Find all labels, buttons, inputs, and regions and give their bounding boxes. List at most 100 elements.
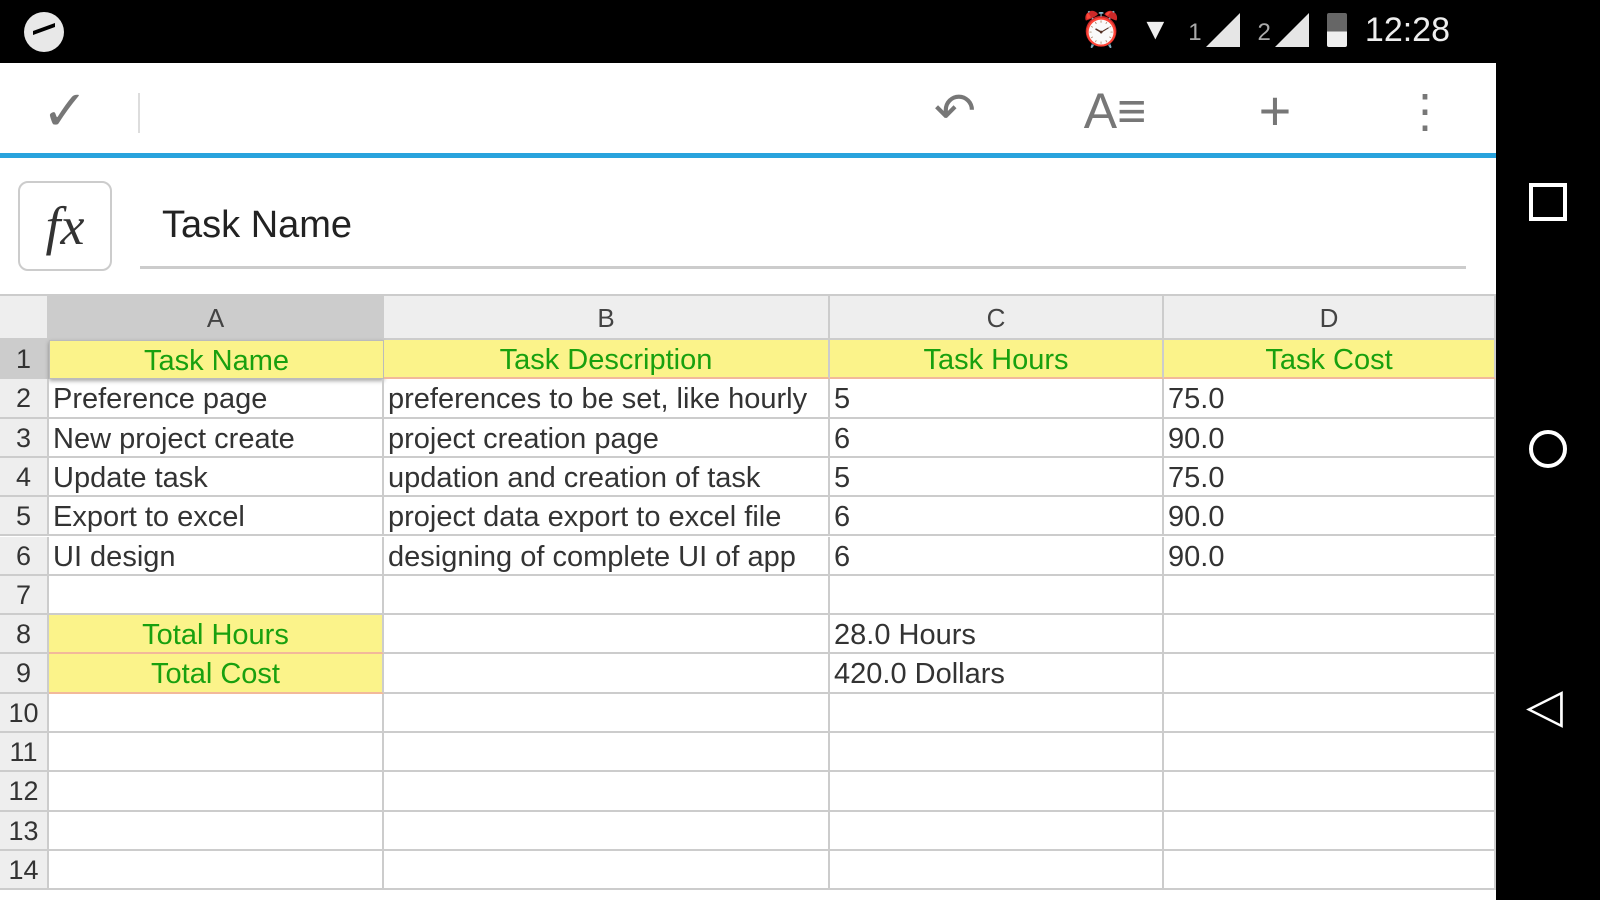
table-cell[interactable]: [49, 575, 384, 616]
signal-icon: 2: [1258, 13, 1309, 47]
row-header[interactable]: 3: [0, 418, 49, 458]
row-header[interactable]: 9: [0, 654, 49, 694]
table-cell[interactable]: [49, 811, 384, 851]
column-title-cell[interactable]: Task Name: [49, 340, 384, 380]
fx-button[interactable]: fx: [18, 181, 112, 271]
table-cell[interactable]: 90.0: [1164, 418, 1496, 458]
alarm-icon: ⏰: [1080, 11, 1123, 49]
column-title-cell[interactable]: Task Cost: [1164, 340, 1496, 380]
table-cell[interactable]: [384, 772, 830, 812]
table-cell[interactable]: 6: [830, 497, 1164, 537]
row-header[interactable]: 5: [0, 497, 49, 537]
row-header[interactable]: 14: [0, 850, 49, 891]
column-title-cell[interactable]: Task Hours: [830, 340, 1164, 380]
table-cell[interactable]: Export to excel: [49, 497, 384, 537]
formula-input[interactable]: Task Name: [140, 185, 1466, 269]
text-format-icon[interactable]: A≡: [1080, 81, 1150, 141]
table-cell[interactable]: [384, 615, 830, 655]
home-icon[interactable]: [1529, 430, 1567, 468]
row-header[interactable]: 8: [0, 615, 49, 655]
signal-icon: 1: [1188, 13, 1240, 47]
row-header[interactable]: 1: [0, 340, 49, 380]
table-cell[interactable]: [49, 693, 384, 733]
table-cell[interactable]: [830, 733, 1164, 773]
table-cell[interactable]: [49, 772, 384, 812]
table-cell[interactable]: 75.0: [1164, 379, 1496, 419]
table-cell[interactable]: updation and creation of task: [384, 457, 830, 498]
table-cell[interactable]: Total Hours: [49, 615, 384, 655]
table-cell[interactable]: [384, 654, 830, 694]
navigation-bar: ◁: [1496, 63, 1600, 900]
table-cell[interactable]: [1164, 575, 1496, 616]
table-cell[interactable]: [384, 850, 830, 891]
table-cell[interactable]: Preference page: [49, 379, 384, 419]
column-header-d[interactable]: D: [1164, 294, 1496, 340]
wifi-icon: ▼: [1140, 13, 1171, 46]
table-cell[interactable]: 90.0: [1164, 536, 1496, 576]
divider: [138, 93, 140, 133]
column-header-a[interactable]: A: [49, 294, 384, 340]
toolbar: ✓ ↶ A≡ + ⋮: [0, 63, 1496, 158]
table-cell[interactable]: [1164, 733, 1496, 773]
table-cell[interactable]: [1164, 693, 1496, 733]
select-all-corner[interactable]: [0, 294, 49, 340]
row-header[interactable]: 12: [0, 772, 49, 812]
table-cell[interactable]: [49, 850, 384, 891]
table-cell[interactable]: [830, 772, 1164, 812]
table-cell[interactable]: 5: [830, 379, 1164, 419]
formula-bar: fx Task Name: [0, 163, 1496, 291]
table-cell[interactable]: [384, 693, 830, 733]
table-cell[interactable]: [1164, 811, 1496, 851]
clock: 12:28: [1364, 10, 1450, 49]
table-cell[interactable]: [830, 850, 1164, 891]
table-cell[interactable]: 5: [830, 457, 1164, 498]
table-cell[interactable]: project data export to excel file: [384, 497, 830, 537]
table-cell[interactable]: [384, 811, 830, 851]
row-header[interactable]: 13: [0, 811, 49, 851]
table-cell[interactable]: Update task: [49, 457, 384, 498]
add-icon[interactable]: +: [1240, 81, 1310, 141]
table-cell[interactable]: [384, 575, 830, 616]
table-cell[interactable]: 90.0: [1164, 497, 1496, 537]
table-cell[interactable]: [830, 811, 1164, 851]
table-cell[interactable]: project creation page: [384, 418, 830, 458]
table-cell[interactable]: Total Cost: [49, 654, 384, 694]
back-icon[interactable]: ◁: [1526, 678, 1563, 734]
table-cell[interactable]: 28.0 Hours: [830, 615, 1164, 655]
row-header[interactable]: 4: [0, 457, 49, 498]
sim1-label: 1: [1188, 19, 1202, 46]
status-bar: ⏰ ▼ 1 2 12:28: [0, 0, 1600, 63]
column-header-c[interactable]: C: [830, 294, 1164, 340]
column-title-cell[interactable]: Task Description: [384, 340, 830, 380]
check-icon[interactable]: ✓: [30, 81, 100, 141]
table-cell[interactable]: 6: [830, 536, 1164, 576]
table-cell[interactable]: [830, 693, 1164, 733]
table-cell[interactable]: [1164, 772, 1496, 812]
battery-icon: [1326, 13, 1347, 47]
sim2-label: 2: [1257, 19, 1271, 46]
table-cell[interactable]: UI design: [49, 536, 384, 576]
table-cell[interactable]: [1164, 654, 1496, 694]
table-cell[interactable]: [49, 733, 384, 773]
table-cell[interactable]: 6: [830, 418, 1164, 458]
row-header[interactable]: 2: [0, 379, 49, 419]
table-cell[interactable]: 420.0 Dollars: [830, 654, 1164, 694]
table-cell[interactable]: designing of complete UI of app: [384, 536, 830, 576]
row-header[interactable]: 7: [0, 575, 49, 616]
table-cell[interactable]: preferences to be set, like hourly: [384, 379, 830, 419]
column-header-b[interactable]: B: [384, 294, 830, 340]
row-header[interactable]: 6: [0, 536, 49, 576]
recents-icon[interactable]: [1529, 183, 1567, 221]
table-cell[interactable]: [384, 733, 830, 773]
more-icon[interactable]: ⋮: [1390, 81, 1460, 141]
table-cell[interactable]: 75.0: [1164, 457, 1496, 498]
table-cell[interactable]: [830, 575, 1164, 616]
spreadsheet-editor: ✓ ↶ A≡ + ⋮ fx Task Name A B C D 1 Task Name Ta…: [0, 63, 1496, 900]
row-header[interactable]: 11: [0, 733, 49, 773]
table-cell[interactable]: New project create: [49, 418, 384, 458]
table-cell[interactable]: [1164, 850, 1496, 891]
messenger-icon: [24, 12, 64, 52]
undo-icon[interactable]: ↶: [920, 81, 990, 141]
table-cell[interactable]: [1164, 615, 1496, 655]
row-header[interactable]: 10: [0, 693, 49, 733]
